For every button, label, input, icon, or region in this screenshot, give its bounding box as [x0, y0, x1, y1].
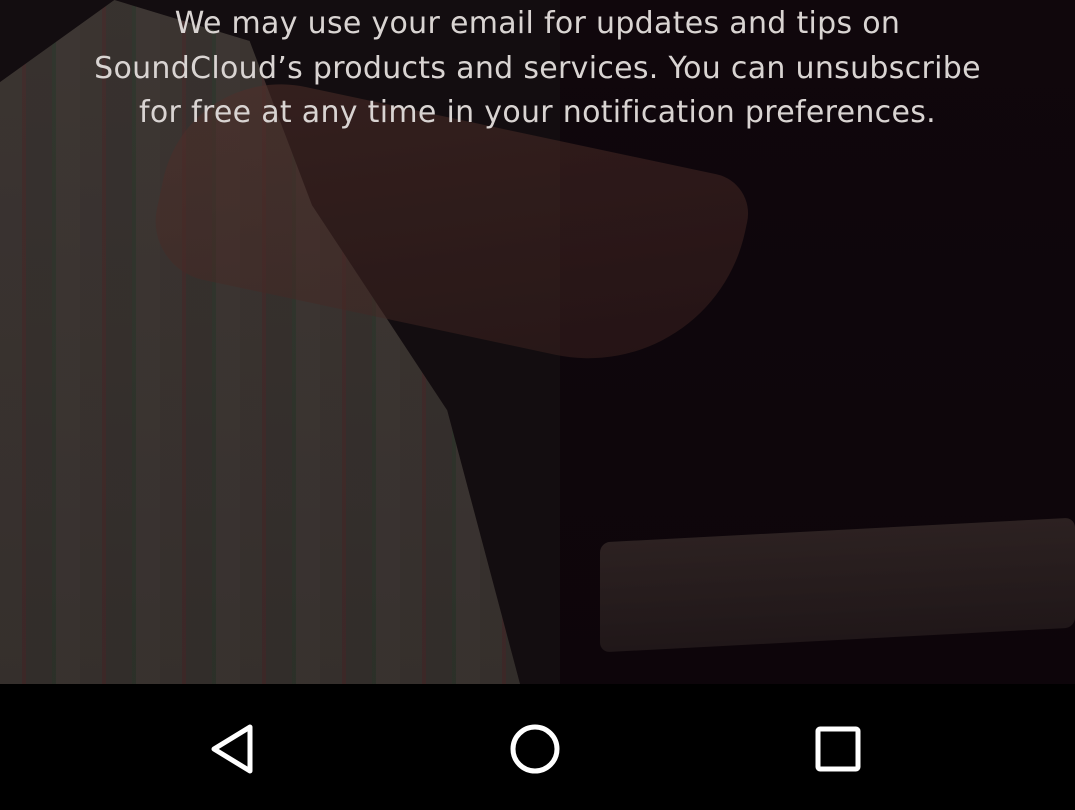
circle-home-icon: [510, 724, 560, 774]
recents-button[interactable]: [803, 714, 873, 784]
back-button[interactable]: [197, 714, 267, 784]
notice-line-1: We may use your email for updates and ti…: [174, 6, 901, 41]
email-usage-notice: We may use your email for updates and ti…: [40, 2, 1035, 136]
square-recents-icon: [815, 726, 861, 772]
notice-line-3: for free at any time in your notificatio…: [139, 95, 936, 130]
triangle-back-icon: [211, 724, 253, 774]
home-button[interactable]: [500, 714, 570, 784]
signup-screen: We may use your email for updates and ti…: [0, 0, 1075, 810]
notice-line-2: SoundCloud’s products and services. You …: [94, 50, 981, 86]
android-navigation-bar: [0, 684, 1075, 810]
